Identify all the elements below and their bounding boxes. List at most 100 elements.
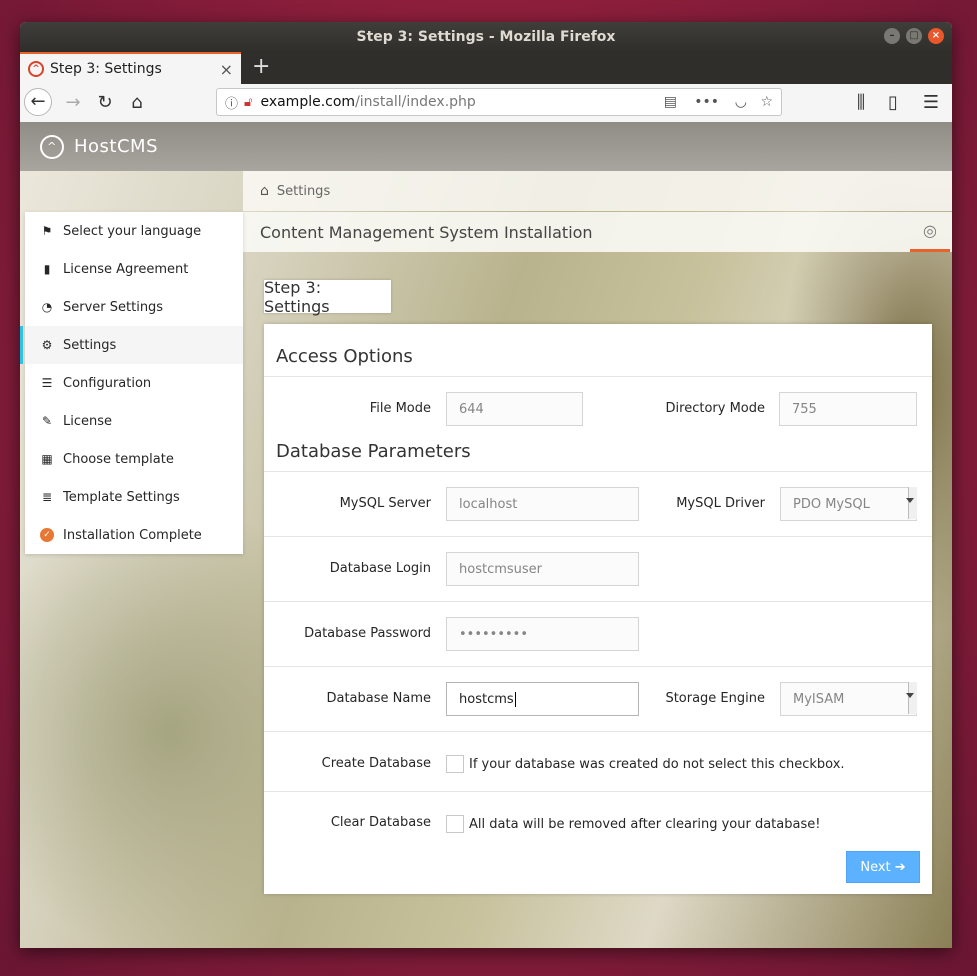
divider [264,471,932,472]
flag-icon: ⚑ [41,224,53,238]
browser-window: Step 3: Settings - Mozilla Firefox – □ ×… [20,22,952,948]
nav-bar: ← → ↻ ⌂ ⓘ 🔓︎ example.com/install/index.p… [20,84,952,123]
dashboard-icon: ◔ [41,300,53,314]
divider [264,376,932,377]
sidebar-item-label: Configuration [63,375,152,391]
reader-view-icon[interactable]: ▤ [664,94,677,110]
steps-sidebar: ⚑ Select your language ▮ License Agreeme… [20,212,243,554]
home-icon[interactable]: ⌂ [260,183,269,199]
sidebar-item-label: Settings [63,337,117,353]
file-mode-label: File Mode [369,401,431,416]
logo-mark-icon: ^ [40,134,64,159]
divider [264,601,932,602]
database-name-input[interactable]: hostcms [446,682,639,716]
sidebar-item-label: Template Settings [63,489,180,505]
divider [264,791,932,792]
mysql-driver-select[interactable]: PDO MySQL [780,487,917,521]
minimize-button[interactable]: – [884,28,900,44]
menu-icon[interactable]: ☰ [920,92,942,113]
file-mode-input[interactable]: 644 [446,392,583,426]
database-password-input[interactable]: ••••••••• [446,617,639,651]
file-icon: ▮ [43,262,51,276]
sidebar-item-license[interactable]: ✎ License [25,402,243,440]
tab-close-icon[interactable]: × [220,60,233,79]
divider [264,666,932,667]
info-icon[interactable]: ⓘ [225,93,238,112]
logo-text: HostCMS [74,136,159,157]
sidebar-item-label: Server Settings [63,299,164,315]
reload-button[interactable]: ↻ [94,92,116,113]
chevron-down-icon [908,487,917,519]
window-controls: – □ × [884,28,944,44]
sidebar-item-label: Installation Complete [63,527,202,543]
breadcrumb: ⌂ Settings [243,171,952,211]
storage-engine-select[interactable]: MyISAM [780,682,917,716]
gear-icon: ⚙ [41,338,53,352]
url-path: /install/index.php [355,94,476,110]
sidebar-item-choose-template[interactable]: ▦ Choose template [25,440,243,478]
storage-engine-value: MyISAM [780,682,917,716]
tab-bar: ^ Step 3: Settings × + [20,52,952,84]
page-content: ^ HostCMS ⌂ Settings Content Management … [20,122,952,948]
clear-database-hint: All data will be removed after clearing … [469,817,821,832]
title-bar: Step 3: Settings - Mozilla Firefox – □ × [20,22,952,52]
database-parameters-heading: Database Parameters [276,441,471,462]
sidebar-item-label: Choose template [63,451,174,467]
sidebar-item-label: Select your language [63,223,202,239]
access-options-heading: Access Options [276,346,413,367]
create-database-checkbox[interactable] [446,755,464,773]
sidebar-item-installation-complete[interactable]: ✓ Installation Complete [25,516,243,554]
mysql-server-input[interactable]: localhost [446,487,639,521]
settings-form-panel: Access Options File Mode 644 Directory M… [264,324,932,894]
home-button[interactable]: ⌂ [126,92,148,113]
breadcrumb-current: Settings [276,183,331,199]
sidebar-item-select-language[interactable]: ⚑ Select your language [25,212,243,250]
sidebar-item-server-settings[interactable]: ◔ Server Settings [25,288,243,326]
sidebar-item-settings[interactable]: ⚙ Settings [20,326,243,364]
divider [264,536,932,537]
insecure-lock-icon: 🔓︎ [244,94,253,110]
hostcms-favicon-icon: ^ [28,61,44,77]
storage-engine-label: Storage Engine [665,691,765,706]
text-caret [514,691,516,707]
database-login-label: Database Login [329,561,431,576]
divider [264,731,932,732]
help-lifebuoy-icon[interactable]: ◎ [910,212,950,252]
database-name-label: Database Name [326,691,431,706]
database-name-value: hostcms [459,691,514,707]
url-host: example.com [260,94,356,110]
pocket-icon[interactable]: ◡ [735,94,747,110]
page-actions-button[interactable]: ••• [694,94,719,110]
clear-database-label: Clear Database [330,815,431,830]
sidebar-item-configuration[interactable]: ☰ Configuration [25,364,243,402]
new-tab-button[interactable]: + [252,54,270,79]
library-icon[interactable]: ⫼ [850,92,872,113]
close-window-button[interactable]: × [928,28,944,44]
create-database-label: Create Database [321,756,431,771]
url-bar[interactable]: ⓘ 🔓︎ example.com/install/index.php ▤ •••… [216,88,782,116]
back-button[interactable]: ← [24,88,52,116]
sidebar-item-template-settings[interactable]: ≣ Template Settings [25,478,243,516]
sidebar-item-label: License Agreement [63,261,189,277]
directory-mode-input[interactable]: 755 [779,392,917,426]
sidebar-item-label: License [63,413,113,429]
clear-database-checkbox[interactable] [446,815,464,833]
mysql-server-label: MySQL Server [339,496,431,511]
browser-tab[interactable]: ^ Step 3: Settings × [20,52,241,84]
window-title: Step 3: Settings - Mozilla Firefox [356,29,616,45]
mysql-driver-label: MySQL Driver [676,496,765,511]
directory-mode-label: Directory Mode [665,401,765,416]
page-title: Content Management System Installation [260,222,593,242]
forward-button[interactable]: → [62,92,84,113]
bookmark-star-icon[interactable]: ☆ [760,94,773,110]
list-icon: ☰ [41,376,53,390]
check-circle-icon: ✓ [40,528,54,542]
database-login-input[interactable]: hostcmsuser [446,552,639,586]
maximize-button[interactable]: □ [906,28,922,44]
grid-icon: ▦ [41,452,53,466]
create-database-hint: If your database was created do not sele… [469,757,845,772]
database-password-label: Database Password [304,626,431,641]
next-button[interactable]: Next ➔ [846,851,920,883]
sidebar-item-license-agreement[interactable]: ▮ License Agreement [25,250,243,288]
sidebar-toggle-icon[interactable]: ▯ [882,92,904,113]
